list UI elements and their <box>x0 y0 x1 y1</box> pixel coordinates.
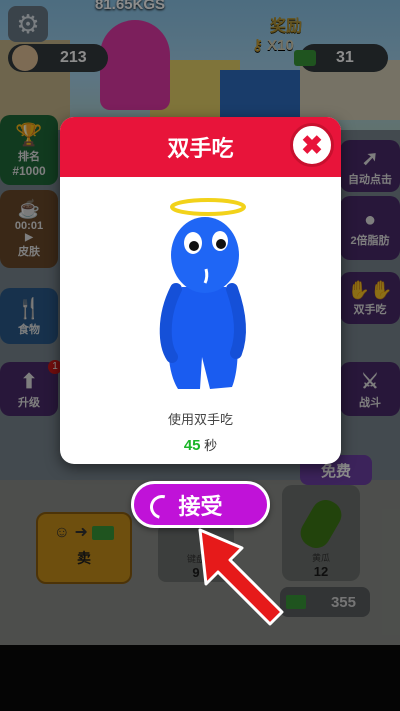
accept-label: 接受 <box>178 493 223 519</box>
right-pupil <box>216 239 226 249</box>
pointer-arrow-icon <box>198 528 284 626</box>
close-icon: ✖ <box>301 129 323 160</box>
ability-description: 使用双手吃 <box>167 412 233 427</box>
reward-modal: 双手吃 ✖ 使用双手吃 45 秒 <box>60 117 341 464</box>
timer-value: 45 <box>183 437 201 454</box>
timer-unit: 秒 <box>204 438 218 453</box>
ability-timer: 45 秒 <box>60 435 341 454</box>
halo <box>170 198 246 216</box>
close-button[interactable]: ✖ <box>290 123 334 167</box>
bottom-black-bar <box>0 645 400 711</box>
left-pupil <box>189 241 199 251</box>
character-body <box>168 287 238 389</box>
loading-icon <box>145 490 179 524</box>
blue-character <box>159 198 247 389</box>
